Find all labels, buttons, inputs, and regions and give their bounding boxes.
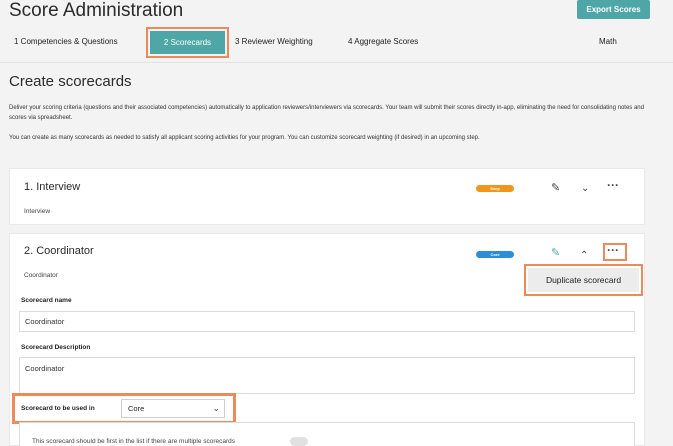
section-description: Deliver your scoring criteria (questions… <box>9 105 644 121</box>
page-title: Score Administration <box>9 0 184 21</box>
more-icon[interactable]: ··· <box>607 244 619 256</box>
chevron-up-icon[interactable]: ⌃ <box>580 250 588 261</box>
status-badge: Core <box>476 251 514 258</box>
tab-competencies-questions[interactable]: 1 Competencies & Questions <box>14 37 118 46</box>
more-icon[interactable]: ··· <box>607 179 619 191</box>
used-in-value: Core <box>128 404 145 413</box>
first-in-list-label: This scorecard should be first in the li… <box>32 438 236 445</box>
section-description-2: You can create as many scorecards as nee… <box>9 135 480 141</box>
scorecard-card-interview: 1. Interview Interview Seep ✎ ⌄ ··· <box>9 168 645 225</box>
first-in-list-toggle[interactable] <box>290 437 308 446</box>
program-name: Math <box>599 37 617 46</box>
scorecard-name-input[interactable]: Coordinator <box>19 311 635 332</box>
used-in-label: Scorecard to be used in <box>21 405 95 412</box>
tab-divider <box>0 62 673 63</box>
status-badge: Seep <box>476 185 514 192</box>
tab-reviewer-weighting[interactable]: 3 Reviewer Weighting <box>235 37 313 46</box>
chevron-down-icon[interactable]: ⌄ <box>581 183 589 194</box>
chevron-down-icon: ⌄ <box>212 403 220 413</box>
scorecard-title: 1. Interview <box>24 181 81 193</box>
duplicate-scorecard-menu-item[interactable]: Duplicate scorecard <box>528 268 639 292</box>
scorecard-title: 2. Coordinator <box>24 245 94 257</box>
scorecard-description-textarea[interactable]: Coordinator <box>19 357 635 394</box>
scorecard-subtitle: Interview <box>24 208 51 215</box>
scorecard-subtitle: Coordinator <box>24 272 58 279</box>
tab-scorecards[interactable]: 2 Scorecards <box>150 31 225 54</box>
section-title: Create scorecards <box>9 73 132 90</box>
scorecard-description-label: Scorecard Description <box>21 344 91 351</box>
scorecard-name-label: Scorecard name <box>21 297 72 304</box>
edit-icon[interactable]: ✎ <box>551 183 560 194</box>
tab-aggregate-scores[interactable]: 4 Aggregate Scores <box>348 37 418 46</box>
edit-icon[interactable]: ✎ <box>551 248 560 259</box>
used-in-select[interactable]: Core ⌄ <box>121 399 225 418</box>
export-scores-button[interactable]: Export Scores <box>577 0 650 19</box>
